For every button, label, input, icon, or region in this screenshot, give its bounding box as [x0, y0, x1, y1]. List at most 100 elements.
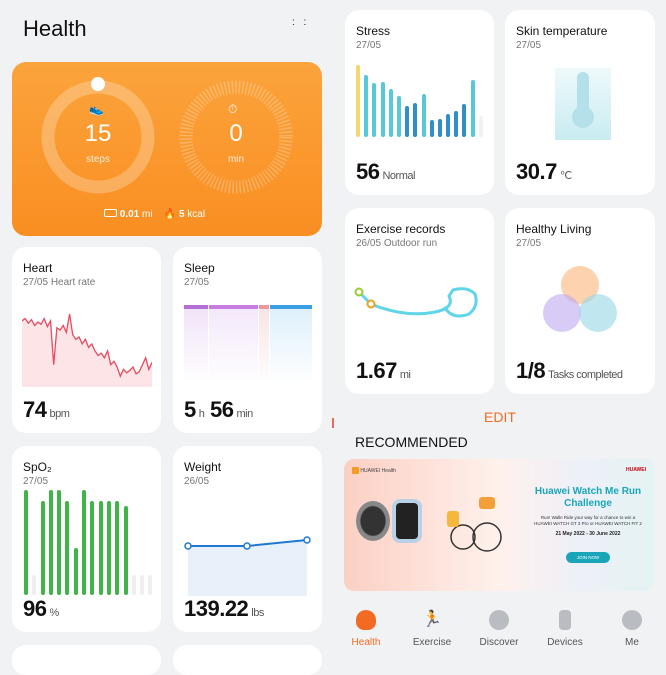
sleep-date: 27/05	[184, 277, 210, 288]
spo2-bar	[73, 547, 78, 595]
nav-exercise[interactable]: 🏃 Exercise	[399, 610, 465, 648]
stress-bar	[356, 65, 360, 137]
minutes-unit: min	[227, 154, 245, 165]
steps-progress-dot	[91, 77, 105, 91]
cyclist-runner-illustration	[447, 497, 502, 552]
heart-area	[22, 313, 152, 387]
thermometer-icon	[555, 68, 611, 140]
stress-bar	[364, 75, 369, 137]
distance-icon	[104, 209, 117, 217]
stress-bar	[405, 106, 410, 137]
nav-health[interactable]: Health	[333, 610, 399, 648]
banner-body: Run! Walk! Ride your way for a chance to…	[534, 515, 642, 526]
nav-discover[interactable]: Discover	[466, 610, 532, 648]
spo2-card[interactable]: SpO₂ 27/05 96%	[12, 446, 161, 632]
stress-bar	[429, 119, 434, 137]
heart-icon	[356, 610, 376, 630]
banner-dates: 21 May 2022 - 30 June 2022	[555, 531, 621, 537]
stress-bar	[454, 110, 459, 137]
living-date: 27/05	[516, 238, 542, 249]
stress-title: Stress	[356, 24, 391, 38]
watch-fit-image	[392, 499, 422, 543]
weight-chart	[184, 536, 311, 596]
shoe-icon: 👟	[89, 102, 104, 116]
weight-date: 26/05	[184, 476, 210, 487]
globe-icon	[489, 610, 509, 630]
watch-icon	[559, 610, 571, 630]
stress-bar	[388, 89, 393, 137]
person-icon	[622, 610, 642, 630]
exercise-records-card[interactable]: Exercise records 26/05 Outdoor run 1.67 m…	[345, 208, 494, 394]
flame-icon: 🔥	[163, 209, 177, 220]
stress-bar	[421, 93, 426, 137]
weight-title: Weight	[184, 460, 222, 474]
living-rings	[541, 266, 621, 346]
stress-bar	[478, 116, 483, 137]
weight-point	[243, 542, 251, 550]
heart-card[interactable]: Heart 27/05 Heart rate 74 bpm	[12, 247, 161, 433]
spo2-bar	[140, 575, 145, 595]
edit-button[interactable]: EDIT	[470, 409, 530, 425]
activity-summary: 0.01 mi 🔥 5 kcal	[104, 209, 205, 220]
partial-card-right	[173, 645, 322, 675]
calories-unit: kcal	[187, 209, 206, 220]
weight-value: 139.22 lbs	[184, 596, 264, 621]
stress-bar	[446, 114, 451, 137]
living-title: Healthy Living	[516, 222, 592, 236]
stress-card[interactable]: Stress 27/05 56 Normal	[345, 10, 494, 195]
watch-image	[356, 501, 390, 541]
nav-devices[interactable]: Devices	[532, 610, 598, 648]
spo2-bar	[57, 490, 62, 595]
stress-bar	[413, 102, 418, 137]
distance-unit: mi	[142, 209, 153, 220]
recommended-heading: RECOMMENDED	[355, 434, 468, 450]
distance-value: 0.01	[119, 209, 140, 220]
sleep-card[interactable]: Sleep 27/05 5h 56 min	[173, 247, 322, 433]
spo2-bar	[24, 490, 28, 595]
spo2-title: SpO₂	[23, 460, 52, 474]
sleep-title: Sleep	[184, 261, 215, 275]
stress-bar	[462, 103, 467, 137]
healthy-living-card[interactable]: Healthy Living 27/05 1/8 Tasks completed	[505, 208, 655, 394]
page-title: Health	[23, 16, 87, 41]
activity-card[interactable]: 👟 15 steps ⏱ 0 min 0.01 mi 🔥 5 kcal	[12, 62, 322, 236]
runner-icon: 🏃	[422, 611, 442, 628]
weight-point	[184, 542, 192, 550]
stress-bar	[470, 79, 475, 137]
heart-title: Heart	[23, 261, 53, 275]
spo2-bar	[65, 500, 70, 595]
spo2-bar	[40, 500, 45, 595]
spo2-bar	[82, 490, 87, 595]
spo2-bar	[90, 500, 95, 595]
spo2-date: 27/05	[23, 476, 49, 487]
promo-banner[interactable]: HUAWEI Health HUAWEI Huawei Watch Me Run…	[344, 459, 654, 591]
spo2-value: 96%	[23, 596, 59, 621]
exercise-value: 1.67 mi	[356, 358, 411, 383]
join-now-button[interactable]: JOIN NOW	[566, 552, 610, 563]
steps-value: 15	[84, 120, 112, 147]
skin-date: 27/05	[516, 40, 542, 51]
stress-bar	[437, 118, 442, 137]
stress-chart	[356, 65, 483, 137]
weight-point	[303, 536, 311, 544]
steps-unit: steps	[86, 154, 110, 165]
stress-bar	[396, 95, 401, 137]
spo2-bar	[148, 575, 153, 595]
sleep-stages-chart	[184, 305, 312, 385]
heart-rate-chart	[22, 313, 152, 387]
minutes-value: 0	[229, 120, 243, 147]
heart-date-line: 27/05 Heart rate	[23, 277, 96, 288]
nav-me[interactable]: Me	[599, 610, 665, 648]
more-icon[interactable]: : :	[292, 18, 306, 34]
heart-value: 74 bpm	[23, 397, 70, 422]
stress-bar	[380, 82, 385, 137]
banner-brand: HUAWEI	[626, 467, 646, 473]
skin-temperature-card[interactable]: Skin temperature 27/05 30.7 ℃	[505, 10, 655, 195]
living-value: 1/8 Tasks completed	[516, 358, 623, 383]
banner-headline: Huawei Watch Me Run Challenge	[534, 486, 642, 509]
weight-card[interactable]: Weight 26/05 139.22 lbs	[173, 446, 322, 632]
drag-marker	[332, 418, 334, 428]
spo2-chart	[24, 490, 153, 595]
stopwatch-icon: ⏱	[228, 102, 238, 116]
spo2-bar	[115, 500, 120, 595]
